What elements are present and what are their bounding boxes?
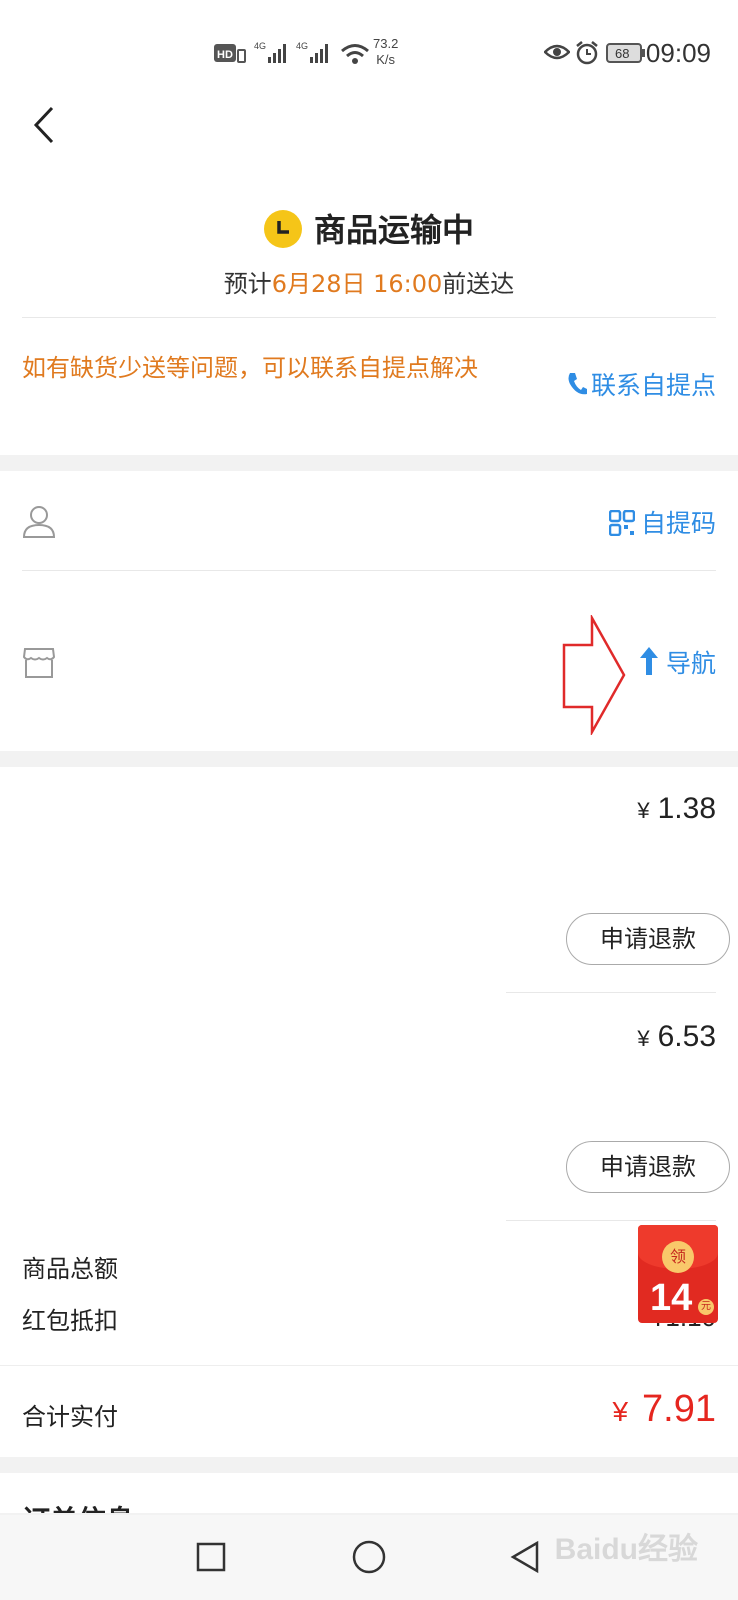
- eta-time: 6月28日 16:00: [271, 270, 443, 298]
- currency-symbol: ¥: [637, 1026, 650, 1051]
- watermark: Baidu经验: [554, 1533, 698, 1566]
- user-icon: [22, 504, 56, 542]
- store-icon: [22, 647, 56, 683]
- alarm-icon: [574, 40, 600, 70]
- contact-label: 联系自提点: [590, 371, 716, 400]
- order-status-title: 商品运输中: [0, 205, 738, 251]
- goods-card: [0, 767, 738, 1457]
- pickup-code-label: 自提码: [640, 509, 716, 538]
- battery-icon: 68: [606, 43, 646, 67]
- wifi-icon: [340, 42, 370, 70]
- packet-amount: 14: [650, 1277, 693, 1319]
- total-paid-value: ¥7.91: [612, 1388, 716, 1431]
- item-price-value: 1.38: [657, 792, 716, 825]
- qr-code-icon: [608, 509, 636, 537]
- navigation-button[interactable]: 导航: [638, 644, 716, 680]
- home-button[interactable]: [352, 1540, 386, 1578]
- status-title-text: 商品运输中: [313, 211, 474, 249]
- red-annotation-arrow: [560, 613, 630, 739]
- divider: [506, 992, 716, 993]
- signal-icon-1: 4G: [254, 40, 294, 70]
- eta-suffix: 前送达: [442, 270, 515, 298]
- phone-icon: [568, 373, 587, 395]
- eta-prefix: 预计: [223, 270, 272, 298]
- clock-time: 09:09: [645, 38, 711, 68]
- item-price-value: 6.53: [657, 1020, 716, 1053]
- triangle-back-icon: [510, 1540, 539, 1574]
- goods-total-label: 商品总额: [22, 1255, 118, 1283]
- currency-symbol: ¥: [637, 798, 650, 823]
- packet-coin: 领: [662, 1241, 694, 1273]
- navigate-arrow-icon: [639, 647, 658, 675]
- signal-icon-2: 4G: [296, 40, 336, 70]
- total-paid-amount: 7.91: [642, 1388, 716, 1430]
- square-icon: [196, 1542, 226, 1572]
- svg-text:68: 68: [615, 46, 629, 61]
- svg-text:HD: HD: [217, 49, 233, 61]
- svg-text:4G: 4G: [296, 41, 308, 51]
- divider: [22, 317, 716, 318]
- eye-icon: [543, 42, 571, 66]
- total-paid-label: 合计实付: [22, 1403, 118, 1431]
- order-info-section: 订单信息: [0, 1473, 738, 1513]
- shortage-notice: 如有缺货少送等问题，可以联系自提点解决: [22, 354, 478, 382]
- request-refund-button[interactable]: 申请退款: [566, 913, 730, 965]
- red-packet-deduction-label: 红包抵扣: [22, 1307, 118, 1335]
- item-price: ¥1.38: [637, 792, 716, 826]
- red-packet-badge[interactable]: 领 14 元: [638, 1225, 718, 1323]
- clock-icon: [263, 210, 302, 248]
- divider: [0, 1365, 738, 1366]
- request-refund-button[interactable]: 申请退款: [566, 1141, 730, 1193]
- divider: [506, 1220, 716, 1221]
- circle-icon: [352, 1540, 386, 1574]
- delivery-eta: 预计6月28日 16:00前送达: [0, 264, 738, 299]
- pickup-code-button[interactable]: 自提码: [608, 504, 716, 540]
- hd-icon: HD: [214, 44, 246, 68]
- order-info-title: 订单信息: [22, 1499, 134, 1513]
- navigation-label: 导航: [665, 649, 716, 678]
- back-nav-button[interactable]: [510, 1540, 540, 1578]
- contact-pickup-point-button[interactable]: 联系自提点: [565, 366, 716, 402]
- back-button[interactable]: [30, 100, 60, 150]
- currency-symbol: ¥: [612, 1396, 629, 1427]
- recent-apps-button[interactable]: [196, 1542, 226, 1576]
- packet-unit: 元: [698, 1299, 714, 1315]
- svg-text:4G: 4G: [254, 41, 266, 51]
- network-speed: 73.2 K/s: [373, 36, 399, 67]
- chevron-left-icon: [33, 106, 54, 144]
- divider: [22, 570, 716, 571]
- item-price: ¥6.53: [637, 1020, 716, 1054]
